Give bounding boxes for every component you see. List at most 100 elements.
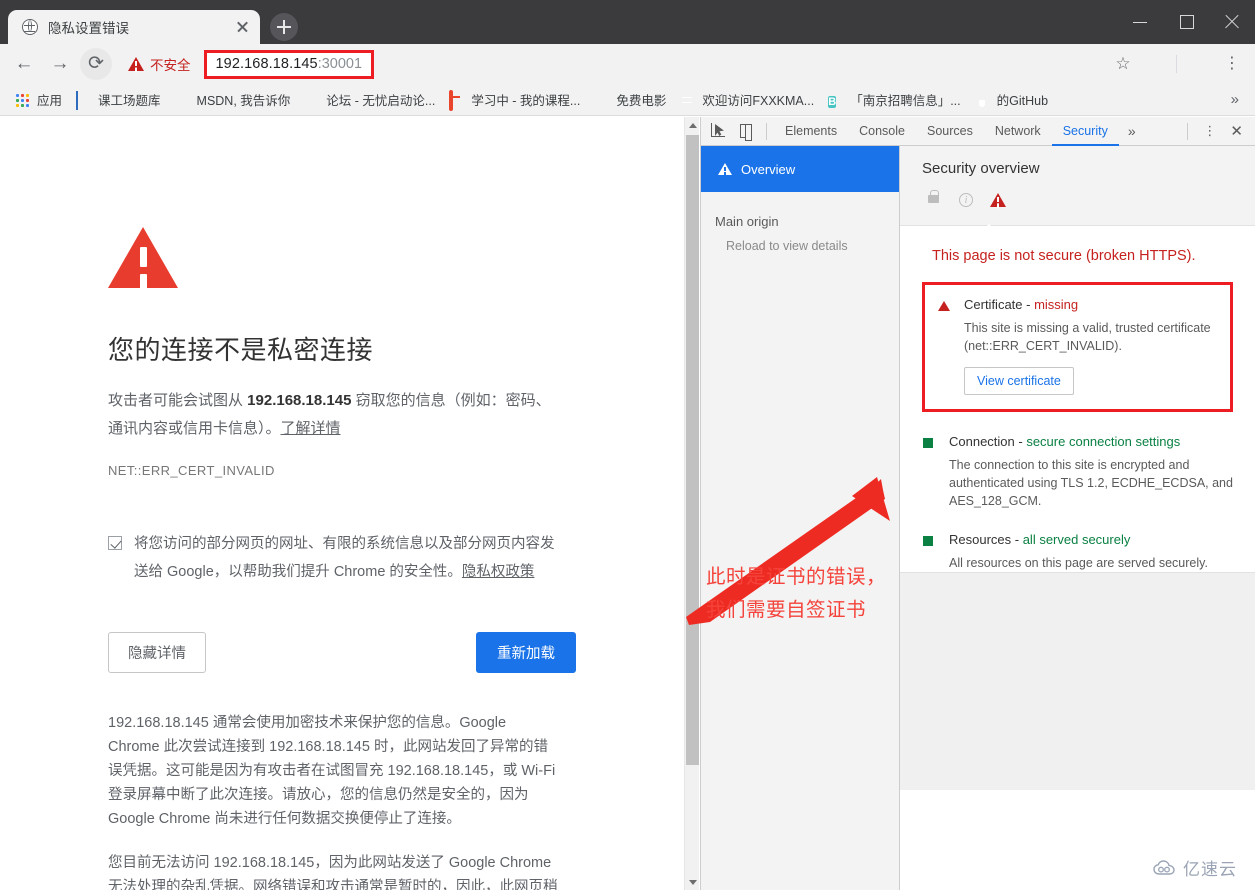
github-icon [975, 92, 991, 108]
bookmarks-overflow-icon[interactable]: » [1231, 91, 1247, 108]
url-host: 192.168.18.145 [215, 56, 318, 72]
warning-icon [986, 191, 1018, 213]
resources-description: All resources on this page are served se… [949, 556, 1208, 570]
warning-triangle-icon [718, 163, 732, 175]
reload-button[interactable]: ⟳ [80, 48, 112, 80]
error-desc-prefix: 攻击者可能会试图从 [108, 392, 248, 409]
bookmark-item-movie[interactable]: 免费电影 [587, 88, 673, 112]
omnibox[interactable]: 不安全 192.168.18.145:30001 [120, 48, 1106, 80]
bookmark-item-apps[interactable]: 应用 [8, 88, 69, 112]
resources-section: Resources - all served securely All reso… [922, 532, 1233, 572]
bookmark-item-study[interactable]: 学习中 - 我的课程... [442, 88, 587, 112]
devtools-divider [1187, 122, 1189, 140]
inspect-cursor-icon[interactable] [707, 119, 733, 143]
warning-bullet-icon [938, 301, 950, 311]
more-tabs-icon[interactable]: » [1119, 123, 1145, 139]
bookmark-item-forum[interactable]: 论坛 - 无忧启动论... [297, 88, 442, 112]
star-icon: ☆ [1115, 54, 1131, 73]
scrollbar-thumb[interactable] [686, 135, 699, 765]
back-button[interactable]: ← [8, 48, 40, 80]
maximize-button[interactable] [1163, 0, 1209, 44]
send-report-checkbox[interactable] [108, 536, 122, 550]
sidebar-item-label: Overview [741, 161, 796, 177]
devtools-panel: Elements Console Sources Network Securit… [700, 117, 1255, 890]
learn-more-link[interactable]: 了解详情 [281, 420, 341, 437]
connection-label: Connection - [949, 434, 1027, 449]
bookmark-item-nanjing[interactable]: B 「南京招聘信息」... [821, 88, 967, 112]
page-area: 您的连接不是私密连接 攻击者可能会试图从 192.168.18.145 窃取您的… [0, 117, 1255, 890]
chrome-menu-button[interactable]: ⋮ [1217, 49, 1247, 79]
bookmark-item-kgc[interactable]: 课工场题库 [69, 88, 168, 112]
resources-status: all served securely [1022, 532, 1131, 547]
connection-status-link[interactable]: secure connection settings [1026, 434, 1180, 449]
annotation-text: 此时是证书的错误， 我们需要自签证书 [706, 561, 896, 627]
scroll-up-arrow-icon[interactable] [685, 117, 700, 133]
reload-page-button[interactable]: 重新加载 [476, 632, 576, 673]
bookmark-star-button[interactable]: ☆ [1108, 49, 1138, 79]
devtools-footer-area [900, 572, 1255, 790]
page-scrollbar[interactable] [684, 117, 699, 890]
tab-sources[interactable]: Sources [916, 117, 984, 146]
certificate-status: missing [1034, 297, 1079, 312]
certificate-section: Certificate - missing This site is missi… [964, 297, 1216, 395]
tab-console[interactable]: Console [848, 117, 916, 146]
error-code: NET::ERR_CERT_INVALID [108, 463, 275, 478]
minimize-button[interactable] [1117, 0, 1163, 44]
extension-button[interactable]: uB [1140, 49, 1170, 79]
bookmark-item-github[interactable]: 的GitHub [968, 88, 1055, 112]
connection-description: The connection to this site is encrypted… [949, 458, 1233, 508]
tab-title: 隐私设置错误 [48, 21, 129, 36]
connection-heading: Connection - secure connection settings [949, 434, 1233, 449]
error-details: 192.168.18.145 通常会使用加密技术来保护您的信息。Google C… [108, 711, 560, 890]
devtools-menu-icon[interactable]: ⋮ [1195, 123, 1224, 139]
new-tab-button[interactable] [270, 13, 298, 41]
window-controls [1117, 0, 1255, 44]
scroll-down-arrow-icon[interactable] [685, 874, 700, 890]
resources-label: Resources - [949, 532, 1023, 547]
error-desc-host: 192.168.18.145 [247, 392, 352, 409]
tab-network[interactable]: Network [984, 117, 1052, 146]
profile-button[interactable] [1185, 49, 1215, 79]
bookmark-label: 免费电影 [616, 94, 667, 108]
send-report-checkbox-row[interactable]: 将您访问的部分网页的网址、有限的系统信息以及部分网页内容发送给 Google，以… [108, 530, 560, 586]
security-label: 不安全 [150, 58, 191, 73]
forward-button[interactable]: → [44, 48, 76, 80]
bookmark-item-msdn[interactable]: MSDN, 我告诉你 [168, 88, 298, 112]
title-bar: 隐私设置错误 [0, 0, 1255, 44]
security-sidebar: Overview Main origin Reload to view deta… [701, 146, 900, 890]
privacy-policy-link[interactable]: 隐私权政策 [462, 564, 535, 580]
browser-window: 隐私设置错误 ← → ⟳ 不安全 192.168.18.145:30001 ☆… [0, 0, 1255, 890]
kebab-menu-icon: ⋮ [1224, 55, 1240, 72]
device-toolbar-icon[interactable] [733, 119, 759, 143]
bookmark-label: 课工场题库 [98, 94, 161, 108]
address-bar[interactable]: 192.168.18.145:30001 [203, 49, 375, 79]
bookmark-label: 学习中 - 我的课程... [471, 94, 581, 108]
send-report-label: 将您访问的部分网页的网址、有限的系统信息以及部分网页内容发送给 Google，以… [134, 530, 560, 586]
sidebar-reload-hint: Reload to view details [726, 239, 848, 253]
close-icon[interactable] [232, 17, 252, 37]
ssl-error-page: 您的连接不是私密连接 攻击者可能会试图从 192.168.18.145 窃取您的… [0, 117, 576, 890]
sidebar-item-overview[interactable]: Overview [701, 146, 899, 192]
tab-security[interactable]: Security [1051, 117, 1119, 146]
apps-grid-icon [15, 92, 31, 108]
forum-icon [304, 92, 320, 108]
certificate-label: Certificate - [964, 297, 1035, 312]
security-indicator[interactable]: 不安全 [128, 54, 191, 74]
window-close-button[interactable] [1209, 0, 1255, 44]
hide-details-button[interactable]: 隐藏详情 [108, 632, 206, 673]
bookmark-item-fxxkma[interactable]: 欢迎访问FXXKMA... [673, 88, 821, 112]
tab-elements[interactable]: Elements [774, 117, 848, 146]
view-certificate-button[interactable]: View certificate [964, 367, 1074, 395]
certificate-section-highlight: Certificate - missing This site is missi… [922, 282, 1233, 412]
security-overview-content: This page is not secure (broken HTTPS). … [900, 226, 1255, 572]
bookmark-label: 论坛 - 无忧启动论... [326, 94, 436, 108]
browser-toolbar: ← → ⟳ 不安全 192.168.18.145:30001 ☆ uB ⋮ [0, 44, 1255, 84]
sidebar-group-main-origin: Main origin [715, 214, 779, 229]
kgc-icon [76, 90, 92, 110]
b-icon: B [828, 95, 837, 108]
bookmark-label: 应用 [37, 94, 63, 108]
browser-tab[interactable]: 隐私设置错误 [8, 10, 260, 44]
devtools-close-icon[interactable]: ✕ [1224, 122, 1249, 140]
certificate-heading: Certificate - missing [964, 297, 1216, 312]
error-detail-paragraph-1: 192.168.18.145 通常会使用加密技术来保护您的信息。Google C… [108, 715, 556, 827]
